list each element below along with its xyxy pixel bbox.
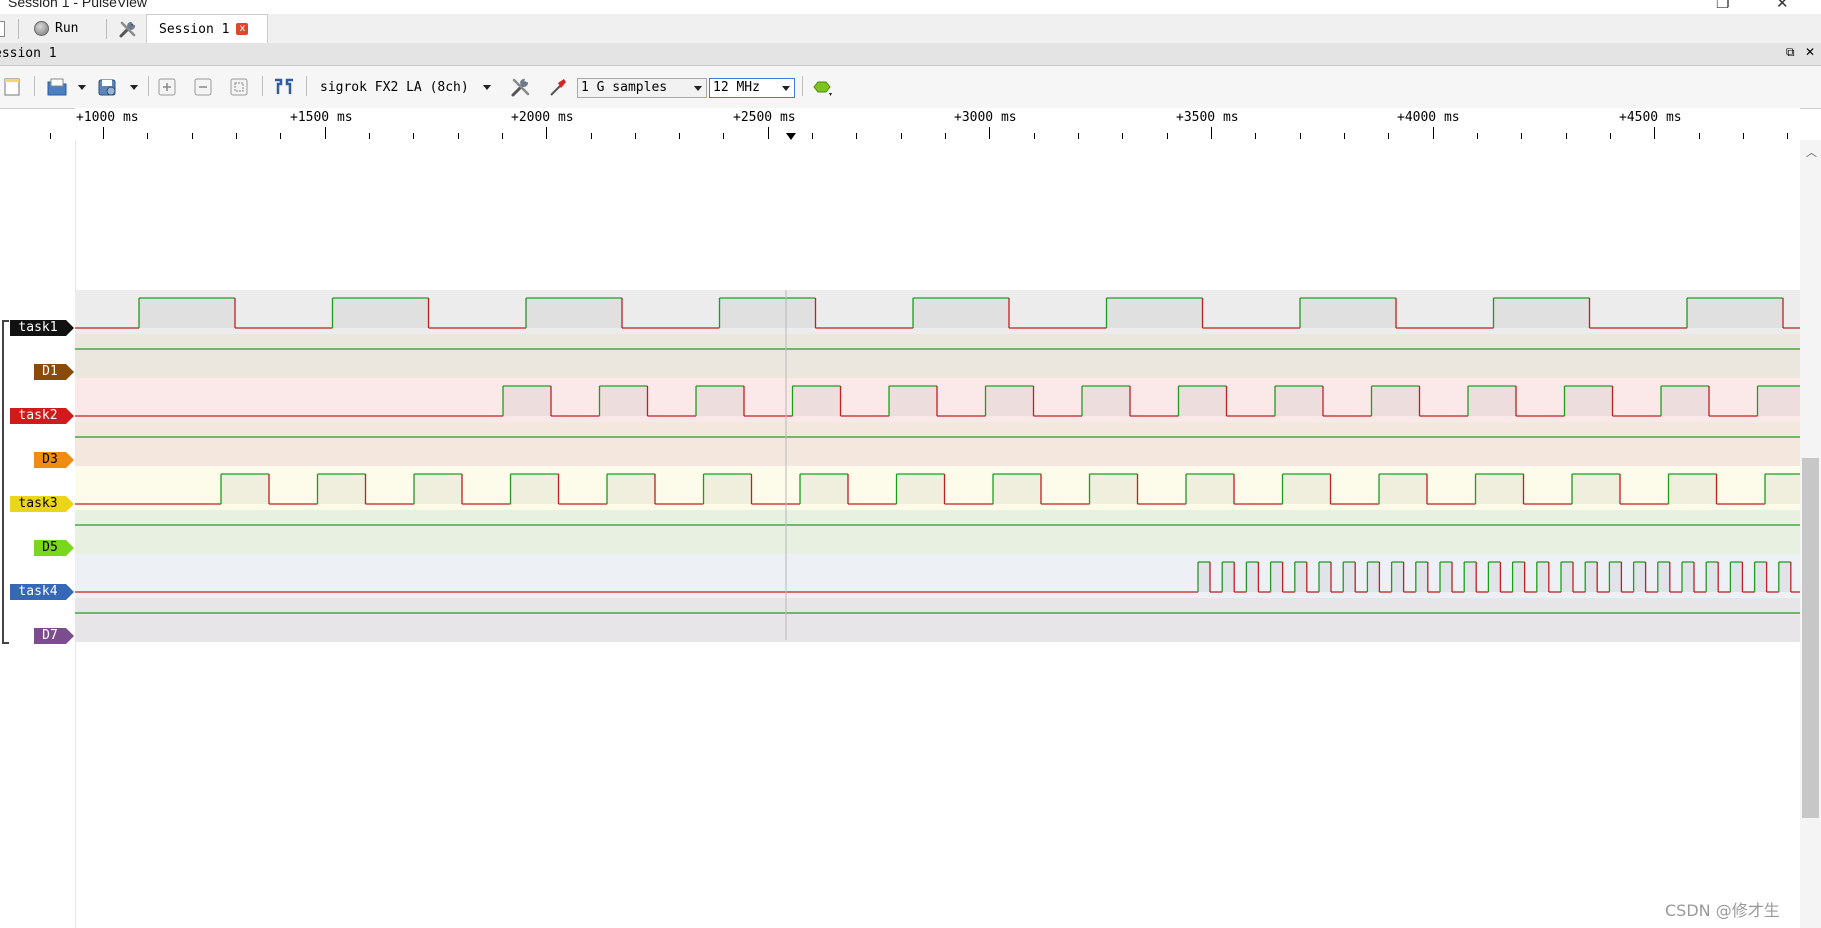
trace-canvas <box>75 290 1800 640</box>
channel-label-task1[interactable]: task1 <box>10 320 74 336</box>
open-icon <box>47 78 67 96</box>
watermark: CSDN @修才生 <box>1665 901 1780 920</box>
scroll-thumb[interactable] <box>1802 458 1819 818</box>
new-session-icon <box>4 78 20 96</box>
scroll-up-icon[interactable]: ︿ <box>1806 144 1817 160</box>
new-view-button[interactable] <box>4 66 22 108</box>
close-icon[interactable]: ✕ <box>1805 45 1815 59</box>
run-icon <box>34 21 49 36</box>
vertical-scrollbar[interactable]: ︿ <box>1800 140 1821 928</box>
open-button[interactable] <box>46 66 70 108</box>
channel-label-d7[interactable]: D7 <box>34 628 74 644</box>
ruler-minor-tick <box>49 133 51 139</box>
channel-label-task4[interactable]: task4 <box>10 584 74 600</box>
channel-label-d3[interactable]: D3 <box>34 452 74 468</box>
session-label: ession 1 <box>0 46 57 61</box>
channel-label-task2[interactable]: task2 <box>10 408 74 424</box>
channel-group-bracket[interactable] <box>2 320 9 644</box>
channel-label-d1[interactable]: D1 <box>34 364 74 380</box>
channel-label-d5[interactable]: D5 <box>34 540 74 556</box>
run-button[interactable]: Run <box>34 14 78 43</box>
new-session-icon[interactable] <box>0 14 6 43</box>
channel-label-task3[interactable]: task3 <box>10 496 74 512</box>
